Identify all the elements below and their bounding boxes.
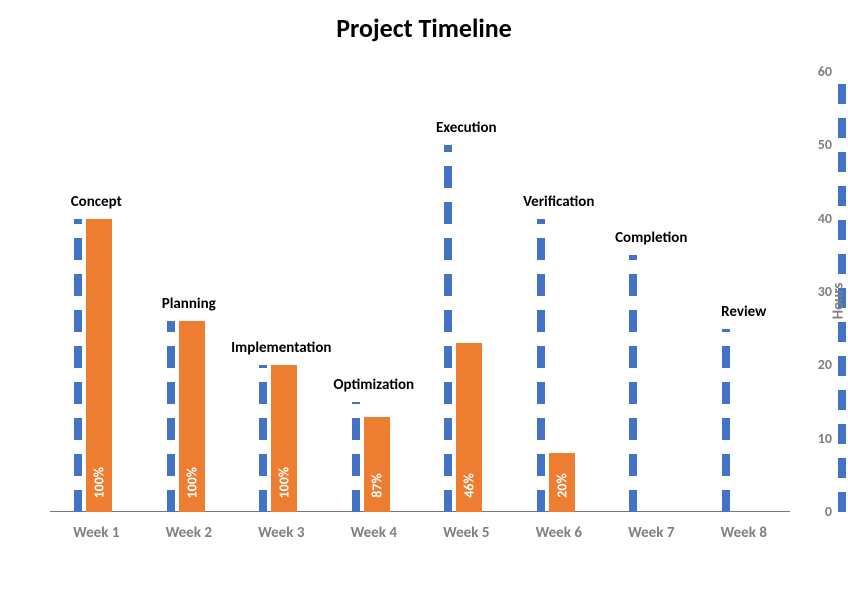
category-label: Review	[721, 303, 766, 321]
plot-area: Week 1 100% Concept Week 2 100% Planning Week …	[50, 72, 790, 542]
y-tick: 50	[802, 136, 832, 153]
chart-container: Project Timeline Week 1 100% Concept Week 2…	[0, 0, 848, 594]
x-tick: Week 3	[258, 524, 304, 542]
x-tick: Week 8	[721, 524, 767, 542]
percent-label: 100%	[276, 473, 293, 499]
y-tick: 40	[802, 210, 832, 227]
percent-label: 46%	[461, 473, 478, 499]
allocated-bar	[629, 255, 637, 512]
allocated-bar	[537, 219, 545, 512]
allocated-bar	[74, 219, 82, 512]
allocated-bar	[352, 402, 360, 512]
allocated-bar	[167, 321, 175, 512]
category-label: Execution	[436, 119, 497, 137]
category-label: Completion	[615, 229, 687, 247]
category-label: Optimization	[333, 376, 414, 394]
x-tick: Week 2	[166, 524, 212, 542]
percent-label: 100%	[183, 473, 200, 499]
y-tick: 10	[802, 430, 832, 447]
y-tick: 0	[802, 503, 832, 520]
y-tick: 20	[802, 356, 832, 373]
category-label: Verification	[523, 193, 594, 211]
percent-label: 100%	[91, 473, 108, 499]
y-tick: 30	[802, 283, 832, 300]
x-tick: Week 5	[443, 524, 489, 542]
x-tick: Week 6	[536, 524, 582, 542]
allocated-bar	[722, 329, 730, 512]
category-label: Planning	[162, 295, 216, 313]
allocated-bar	[444, 145, 452, 512]
x-axis-line	[50, 511, 790, 512]
x-tick: Week 7	[628, 524, 674, 542]
y-tick: 60	[802, 63, 832, 80]
y-axis-label: Hours	[829, 283, 847, 320]
chart-title: Project Timeline	[0, 12, 848, 44]
category-label: Concept	[71, 193, 122, 211]
x-tick: Week 1	[73, 524, 119, 542]
x-tick: Week 4	[351, 524, 397, 542]
category-label: Implementation	[231, 339, 331, 357]
percent-label: 20%	[553, 473, 570, 499]
percent-label: 87%	[368, 473, 385, 499]
allocated-bar	[259, 365, 267, 512]
